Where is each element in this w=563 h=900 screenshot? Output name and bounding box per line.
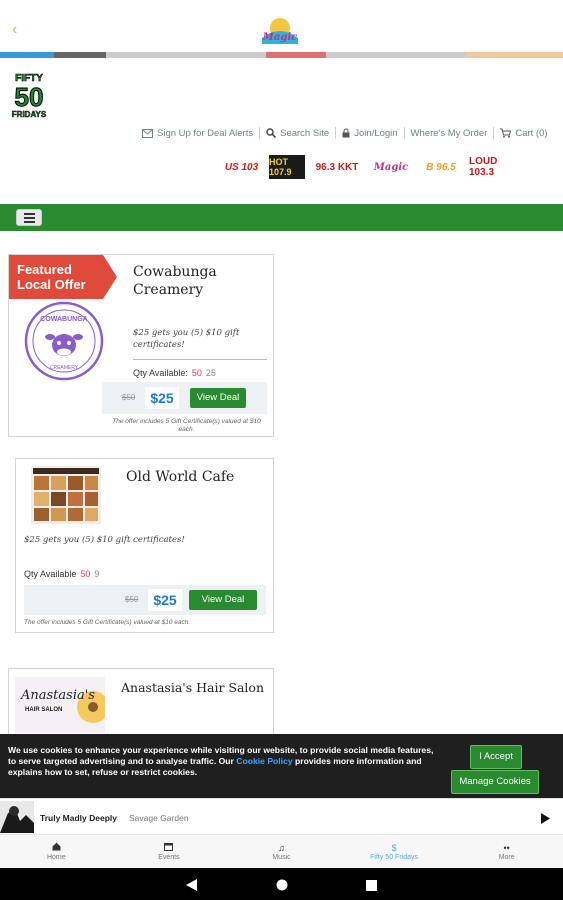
cart-icon — [500, 128, 512, 138]
qty-current: 25 — [205, 368, 216, 378]
manage-cookies-button[interactable]: Manage Cookies — [451, 770, 539, 794]
cookie-policy-link[interactable]: Cookie Policy — [236, 756, 292, 766]
old-world-cafe-image — [31, 466, 101, 524]
now-playing-bar[interactable]: Truly Madly Deeply Savage Garden — [0, 798, 563, 834]
song-artist: Savage Garden — [129, 813, 189, 823]
login-label: Join/Login — [354, 127, 398, 139]
view-deal-button[interactable]: View Deal — [190, 388, 246, 408]
anastasias-logo-text: Anastasia's — [20, 688, 95, 703]
svg-text:Magic: Magic — [262, 32, 297, 43]
cowabunga-logo-text: COWABUNGA — [40, 316, 87, 323]
chevron-left-icon[interactable]: ‹ — [12, 22, 17, 38]
qty-label: Qty Available — [24, 569, 77, 579]
envelope-icon — [142, 128, 153, 138]
deal-description: $25 gets you (5) $10 gift certificates! — [24, 535, 185, 545]
view-deal-button[interactable]: View Deal — [189, 590, 257, 610]
qty-available: Qty Available 50 9 — [24, 569, 99, 579]
color-strip — [0, 52, 563, 58]
deal-card-cowabunga[interactable]: Featured Local Offer COWABUNGA CREAMERY … — [8, 254, 274, 437]
cart-label: Cart (0) — [515, 127, 548, 139]
tab-events[interactable]: Events — [113, 835, 226, 868]
price-box: $50 $25 View Deal — [102, 382, 267, 414]
deal-title[interactable]: Cowabunga Creamery — [133, 263, 253, 299]
deal-description: $25 gets you (5) $10 gift certificates! — [133, 328, 240, 350]
price-box: $50 $25 View Deal — [24, 585, 266, 615]
anastasias-logo: Anastasia's HAIR SALON — [15, 677, 109, 733]
music-note-icon: ♫ — [278, 843, 285, 853]
station-magic-logo[interactable]: Magic — [369, 155, 413, 179]
tab-home-label: Home — [46, 854, 66, 861]
tab-events-label: Events — [158, 854, 180, 861]
featured-label: Featured Local Offer — [17, 262, 86, 292]
deal-card-old-world-cafe[interactable]: Old World Cafe $25 gets you (5) $10 gift… — [15, 458, 274, 633]
order-label: Where's My Order — [410, 127, 488, 139]
qty-label: Qty Available: — [133, 368, 188, 378]
deal-price: $25 — [145, 387, 179, 409]
station-us103-logo[interactable]: US 103 — [219, 155, 264, 179]
app-header: ‹ Magic — [0, 0, 563, 52]
top-links: Sign Up for Deal Alerts Search Site Join… — [136, 126, 554, 140]
qty-old: 50 — [80, 569, 91, 579]
cart-link[interactable]: Cart (0) — [494, 127, 553, 139]
search-site-label: Search Site — [280, 127, 330, 139]
qty-old: 50 — [191, 368, 202, 378]
site-logo[interactable]: FIFTY 50 FRIDAYS — [8, 70, 50, 120]
old-price: $50 — [122, 393, 136, 402]
accept-cookies-button[interactable]: I Accept — [470, 745, 522, 769]
anastasias-logo-sub: HAIR SALON — [25, 707, 62, 713]
deal-title[interactable]: Old World Cafe — [126, 468, 266, 486]
login-link[interactable]: Join/Login — [336, 127, 405, 139]
divider — [133, 359, 267, 360]
search-icon — [266, 128, 277, 138]
dollar-icon: $ — [391, 843, 397, 853]
tab-fifty-label: Fifty 50 Fridays — [370, 854, 418, 861]
system-nav-bar — [0, 868, 563, 900]
lock-icon — [342, 128, 350, 138]
tab-music[interactable]: ♫ Music — [225, 835, 338, 868]
search-site-link[interactable]: Search Site — [260, 127, 337, 139]
deal-alerts-label: Sign Up for Deal Alerts — [157, 127, 254, 139]
cookie-banner: We use cookies to enhance your experienc… — [0, 734, 563, 798]
calendar-icon — [164, 842, 174, 854]
tab-fifty-50-fridays[interactable]: $ Fifty 50 Fridays — [338, 835, 451, 868]
nav-bar — [0, 204, 563, 231]
cowabunga-logo: COWABUNGA CREAMERY — [24, 301, 104, 381]
station-logo[interactable]: Magic — [258, 16, 302, 48]
old-price: $50 — [125, 595, 139, 604]
home-icon — [52, 842, 61, 854]
tab-home[interactable]: Home — [0, 835, 113, 868]
featured-ribbon: Featured Local Offer — [9, 255, 117, 299]
order-link[interactable]: Where's My Order — [405, 127, 495, 139]
station-loud1033-logo[interactable]: LOUD 103.3 — [469, 155, 525, 179]
tab-more[interactable]: •• More — [450, 835, 563, 868]
song-title: Truly Madly Deeply — [40, 813, 117, 823]
deal-note: The offer includes 5 Gift Certificate(s)… — [112, 418, 261, 433]
station-963kkt-logo[interactable]: 96.3 KKT — [310, 155, 364, 179]
album-art — [0, 801, 34, 833]
cookie-text: We use cookies to enhance your experienc… — [8, 745, 440, 778]
deal-note: The offer includes 5 Gift Certificate(s)… — [24, 619, 191, 626]
recents-square-icon[interactable] — [366, 878, 377, 896]
qty-available: Qty Available: 50 25 — [133, 368, 216, 378]
deal-price: $25 — [148, 589, 182, 611]
hamburger-menu-icon[interactable] — [16, 209, 42, 226]
tab-music-label: Music — [272, 854, 291, 861]
cowabunga-logo-sub: CREAMERY — [50, 365, 79, 371]
back-triangle-icon[interactable] — [186, 878, 198, 896]
deal-title[interactable]: Anastasia's Hair Salon — [121, 679, 271, 697]
station-logos: US 103 HOT 107.9 96.3 KKT Magic B 96.5 L… — [219, 153, 530, 181]
station-hot1079-logo[interactable]: HOT 107.9 — [269, 155, 305, 179]
logo-line-2: 50 — [15, 82, 44, 112]
logo-line-3: FRIDAYS — [12, 110, 47, 119]
bottom-tab-bar: Home Events ♫ Music $ Fifty 50 Fridays •… — [0, 834, 563, 868]
play-icon[interactable] — [541, 811, 550, 829]
tab-more-label: More — [498, 854, 515, 861]
home-circle-icon[interactable] — [276, 878, 288, 896]
station-b965-logo[interactable]: B 96.5 — [418, 155, 464, 179]
more-icon: •• — [503, 843, 510, 853]
qty-current: 9 — [94, 569, 100, 579]
deal-alerts-link[interactable]: Sign Up for Deal Alerts — [136, 127, 261, 139]
